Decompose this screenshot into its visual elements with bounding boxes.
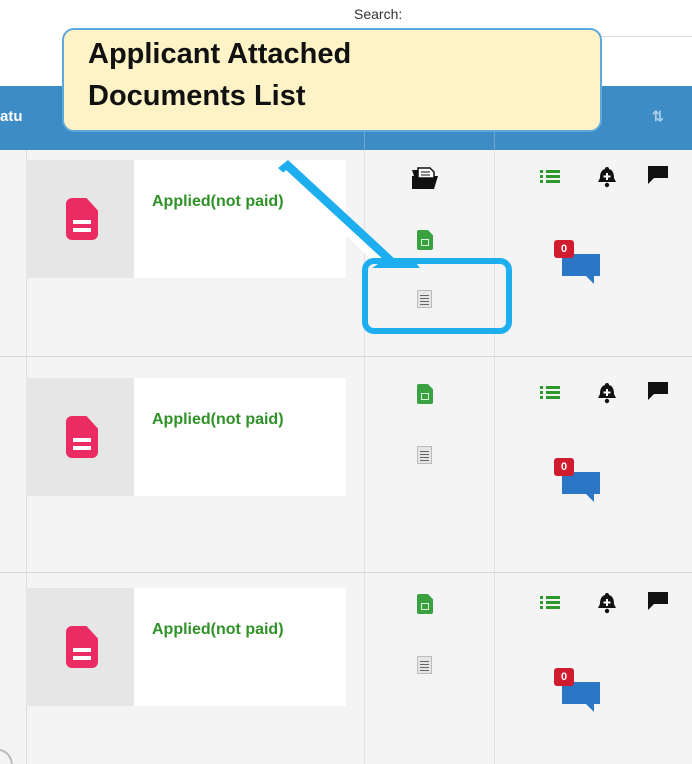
annotation-callout: Applicant Attached Documents List xyxy=(62,28,602,132)
callout-title-line2: Documents List xyxy=(88,80,306,112)
callout-title-line1: Applicant Attached xyxy=(88,38,352,70)
annotation-highlight-box xyxy=(362,258,512,334)
